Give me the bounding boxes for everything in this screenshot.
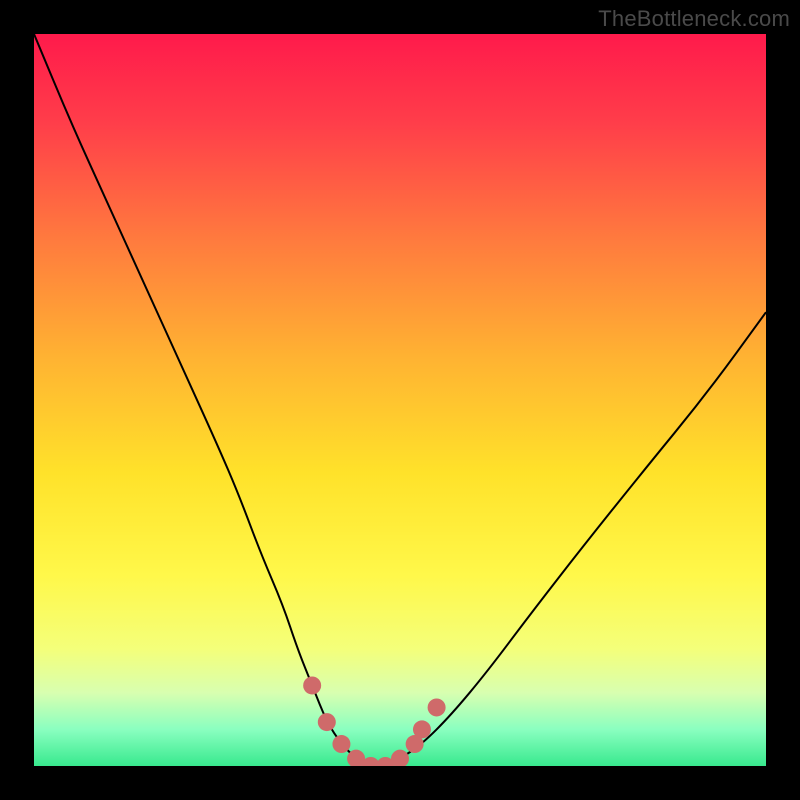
trough-markers-group bbox=[303, 676, 445, 766]
trough-marker bbox=[391, 750, 409, 766]
trough-marker bbox=[332, 735, 350, 753]
trough-marker bbox=[413, 720, 431, 738]
trough-marker bbox=[428, 698, 446, 716]
chart-frame bbox=[34, 34, 766, 766]
chart-svg bbox=[34, 34, 766, 766]
watermark-label: TheBottleneck.com bbox=[598, 6, 790, 32]
bottleneck-curve bbox=[34, 34, 766, 766]
trough-marker bbox=[318, 713, 336, 731]
trough-marker bbox=[303, 676, 321, 694]
